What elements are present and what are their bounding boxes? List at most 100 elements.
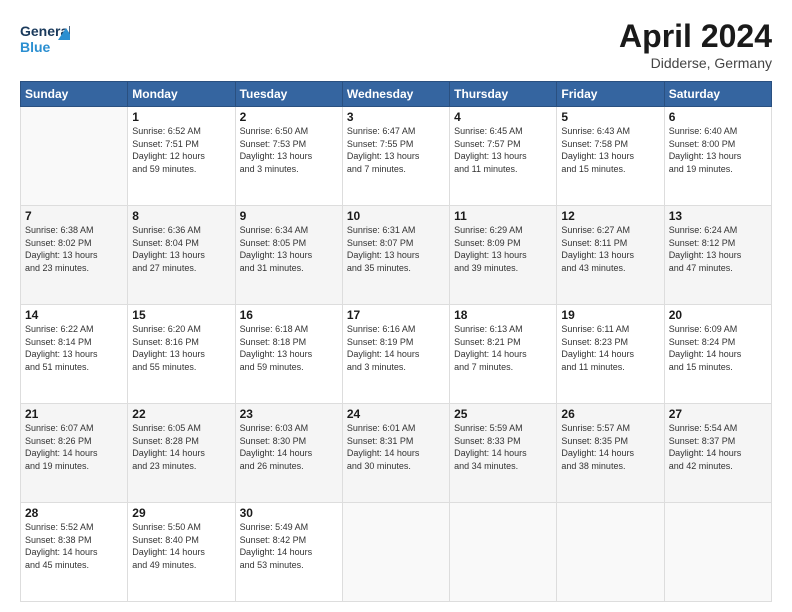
day-detail: Sunrise: 6:43 AM Sunset: 7:58 PM Dayligh… [561, 125, 659, 175]
day-detail: Sunrise: 6:09 AM Sunset: 8:24 PM Dayligh… [669, 323, 767, 373]
day-detail: Sunrise: 6:40 AM Sunset: 8:00 PM Dayligh… [669, 125, 767, 175]
day-number: 11 [454, 209, 552, 223]
day-detail: Sunrise: 6:34 AM Sunset: 8:05 PM Dayligh… [240, 224, 338, 274]
header-row: Sunday Monday Tuesday Wednesday Thursday… [21, 82, 772, 107]
calendar-cell: 6Sunrise: 6:40 AM Sunset: 8:00 PM Daylig… [664, 107, 771, 206]
col-monday: Monday [128, 82, 235, 107]
day-number: 22 [132, 407, 230, 421]
day-number: 2 [240, 110, 338, 124]
calendar-cell: 30Sunrise: 5:49 AM Sunset: 8:42 PM Dayli… [235, 503, 342, 602]
day-detail: Sunrise: 5:59 AM Sunset: 8:33 PM Dayligh… [454, 422, 552, 472]
calendar-week-3: 21Sunrise: 6:07 AM Sunset: 8:26 PM Dayli… [21, 404, 772, 503]
calendar-cell: 4Sunrise: 6:45 AM Sunset: 7:57 PM Daylig… [450, 107, 557, 206]
day-detail: Sunrise: 6:36 AM Sunset: 8:04 PM Dayligh… [132, 224, 230, 274]
col-friday: Friday [557, 82, 664, 107]
day-number: 24 [347, 407, 445, 421]
day-number: 21 [25, 407, 123, 421]
day-number: 28 [25, 506, 123, 520]
day-detail: Sunrise: 6:47 AM Sunset: 7:55 PM Dayligh… [347, 125, 445, 175]
calendar-cell [557, 503, 664, 602]
day-detail: Sunrise: 6:38 AM Sunset: 8:02 PM Dayligh… [25, 224, 123, 274]
calendar-cell: 26Sunrise: 5:57 AM Sunset: 8:35 PM Dayli… [557, 404, 664, 503]
day-number: 14 [25, 308, 123, 322]
day-detail: Sunrise: 5:49 AM Sunset: 8:42 PM Dayligh… [240, 521, 338, 571]
calendar-cell: 17Sunrise: 6:16 AM Sunset: 8:19 PM Dayli… [342, 305, 449, 404]
day-number: 17 [347, 308, 445, 322]
page-subtitle: Didderse, Germany [619, 55, 772, 71]
calendar-cell: 21Sunrise: 6:07 AM Sunset: 8:26 PM Dayli… [21, 404, 128, 503]
day-number: 30 [240, 506, 338, 520]
day-detail: Sunrise: 6:05 AM Sunset: 8:28 PM Dayligh… [132, 422, 230, 472]
page: General Blue April 2024 Didderse, German… [0, 0, 792, 612]
day-number: 10 [347, 209, 445, 223]
calendar-cell: 10Sunrise: 6:31 AM Sunset: 8:07 PM Dayli… [342, 206, 449, 305]
day-number: 16 [240, 308, 338, 322]
day-detail: Sunrise: 5:54 AM Sunset: 8:37 PM Dayligh… [669, 422, 767, 472]
day-number: 29 [132, 506, 230, 520]
day-number: 19 [561, 308, 659, 322]
day-detail: Sunrise: 6:50 AM Sunset: 7:53 PM Dayligh… [240, 125, 338, 175]
logo-svg: General Blue [20, 18, 70, 58]
calendar-cell: 23Sunrise: 6:03 AM Sunset: 8:30 PM Dayli… [235, 404, 342, 503]
calendar-cell: 13Sunrise: 6:24 AM Sunset: 8:12 PM Dayli… [664, 206, 771, 305]
calendar-cell: 20Sunrise: 6:09 AM Sunset: 8:24 PM Dayli… [664, 305, 771, 404]
calendar-week-4: 28Sunrise: 5:52 AM Sunset: 8:38 PM Dayli… [21, 503, 772, 602]
calendar-cell: 15Sunrise: 6:20 AM Sunset: 8:16 PM Dayli… [128, 305, 235, 404]
col-tuesday: Tuesday [235, 82, 342, 107]
calendar-cell: 18Sunrise: 6:13 AM Sunset: 8:21 PM Dayli… [450, 305, 557, 404]
day-detail: Sunrise: 6:22 AM Sunset: 8:14 PM Dayligh… [25, 323, 123, 373]
day-detail: Sunrise: 5:57 AM Sunset: 8:35 PM Dayligh… [561, 422, 659, 472]
day-detail: Sunrise: 6:07 AM Sunset: 8:26 PM Dayligh… [25, 422, 123, 472]
day-number: 5 [561, 110, 659, 124]
day-number: 18 [454, 308, 552, 322]
calendar-cell: 14Sunrise: 6:22 AM Sunset: 8:14 PM Dayli… [21, 305, 128, 404]
calendar-cell [664, 503, 771, 602]
day-number: 20 [669, 308, 767, 322]
calendar-cell: 28Sunrise: 5:52 AM Sunset: 8:38 PM Dayli… [21, 503, 128, 602]
day-number: 3 [347, 110, 445, 124]
day-detail: Sunrise: 6:03 AM Sunset: 8:30 PM Dayligh… [240, 422, 338, 472]
day-number: 15 [132, 308, 230, 322]
day-number: 26 [561, 407, 659, 421]
day-detail: Sunrise: 6:27 AM Sunset: 8:11 PM Dayligh… [561, 224, 659, 274]
day-detail: Sunrise: 6:52 AM Sunset: 7:51 PM Dayligh… [132, 125, 230, 175]
calendar-cell [342, 503, 449, 602]
calendar-cell: 3Sunrise: 6:47 AM Sunset: 7:55 PM Daylig… [342, 107, 449, 206]
day-detail: Sunrise: 6:11 AM Sunset: 8:23 PM Dayligh… [561, 323, 659, 373]
calendar-cell: 12Sunrise: 6:27 AM Sunset: 8:11 PM Dayli… [557, 206, 664, 305]
calendar-week-1: 7Sunrise: 6:38 AM Sunset: 8:02 PM Daylig… [21, 206, 772, 305]
day-number: 8 [132, 209, 230, 223]
calendar-week-0: 1Sunrise: 6:52 AM Sunset: 7:51 PM Daylig… [21, 107, 772, 206]
calendar-cell: 7Sunrise: 6:38 AM Sunset: 8:02 PM Daylig… [21, 206, 128, 305]
calendar-cell: 25Sunrise: 5:59 AM Sunset: 8:33 PM Dayli… [450, 404, 557, 503]
title-block: April 2024 Didderse, Germany [619, 18, 772, 71]
calendar-week-2: 14Sunrise: 6:22 AM Sunset: 8:14 PM Dayli… [21, 305, 772, 404]
day-number: 25 [454, 407, 552, 421]
day-detail: Sunrise: 6:13 AM Sunset: 8:21 PM Dayligh… [454, 323, 552, 373]
day-number: 23 [240, 407, 338, 421]
day-detail: Sunrise: 5:52 AM Sunset: 8:38 PM Dayligh… [25, 521, 123, 571]
day-detail: Sunrise: 6:24 AM Sunset: 8:12 PM Dayligh… [669, 224, 767, 274]
calendar-cell: 24Sunrise: 6:01 AM Sunset: 8:31 PM Dayli… [342, 404, 449, 503]
calendar-cell: 8Sunrise: 6:36 AM Sunset: 8:04 PM Daylig… [128, 206, 235, 305]
col-thursday: Thursday [450, 82, 557, 107]
calendar-cell: 16Sunrise: 6:18 AM Sunset: 8:18 PM Dayli… [235, 305, 342, 404]
calendar-cell: 11Sunrise: 6:29 AM Sunset: 8:09 PM Dayli… [450, 206, 557, 305]
day-detail: Sunrise: 6:29 AM Sunset: 8:09 PM Dayligh… [454, 224, 552, 274]
svg-text:Blue: Blue [20, 39, 51, 55]
day-detail: Sunrise: 6:45 AM Sunset: 7:57 PM Dayligh… [454, 125, 552, 175]
calendar-cell: 9Sunrise: 6:34 AM Sunset: 8:05 PM Daylig… [235, 206, 342, 305]
day-number: 4 [454, 110, 552, 124]
calendar-cell: 1Sunrise: 6:52 AM Sunset: 7:51 PM Daylig… [128, 107, 235, 206]
calendar-cell: 19Sunrise: 6:11 AM Sunset: 8:23 PM Dayli… [557, 305, 664, 404]
calendar-cell: 2Sunrise: 6:50 AM Sunset: 7:53 PM Daylig… [235, 107, 342, 206]
page-title: April 2024 [619, 18, 772, 55]
calendar-cell [450, 503, 557, 602]
col-sunday: Sunday [21, 82, 128, 107]
calendar-cell [21, 107, 128, 206]
calendar-cell: 5Sunrise: 6:43 AM Sunset: 7:58 PM Daylig… [557, 107, 664, 206]
day-detail: Sunrise: 5:50 AM Sunset: 8:40 PM Dayligh… [132, 521, 230, 571]
calendar-cell: 27Sunrise: 5:54 AM Sunset: 8:37 PM Dayli… [664, 404, 771, 503]
day-number: 1 [132, 110, 230, 124]
day-detail: Sunrise: 6:20 AM Sunset: 8:16 PM Dayligh… [132, 323, 230, 373]
